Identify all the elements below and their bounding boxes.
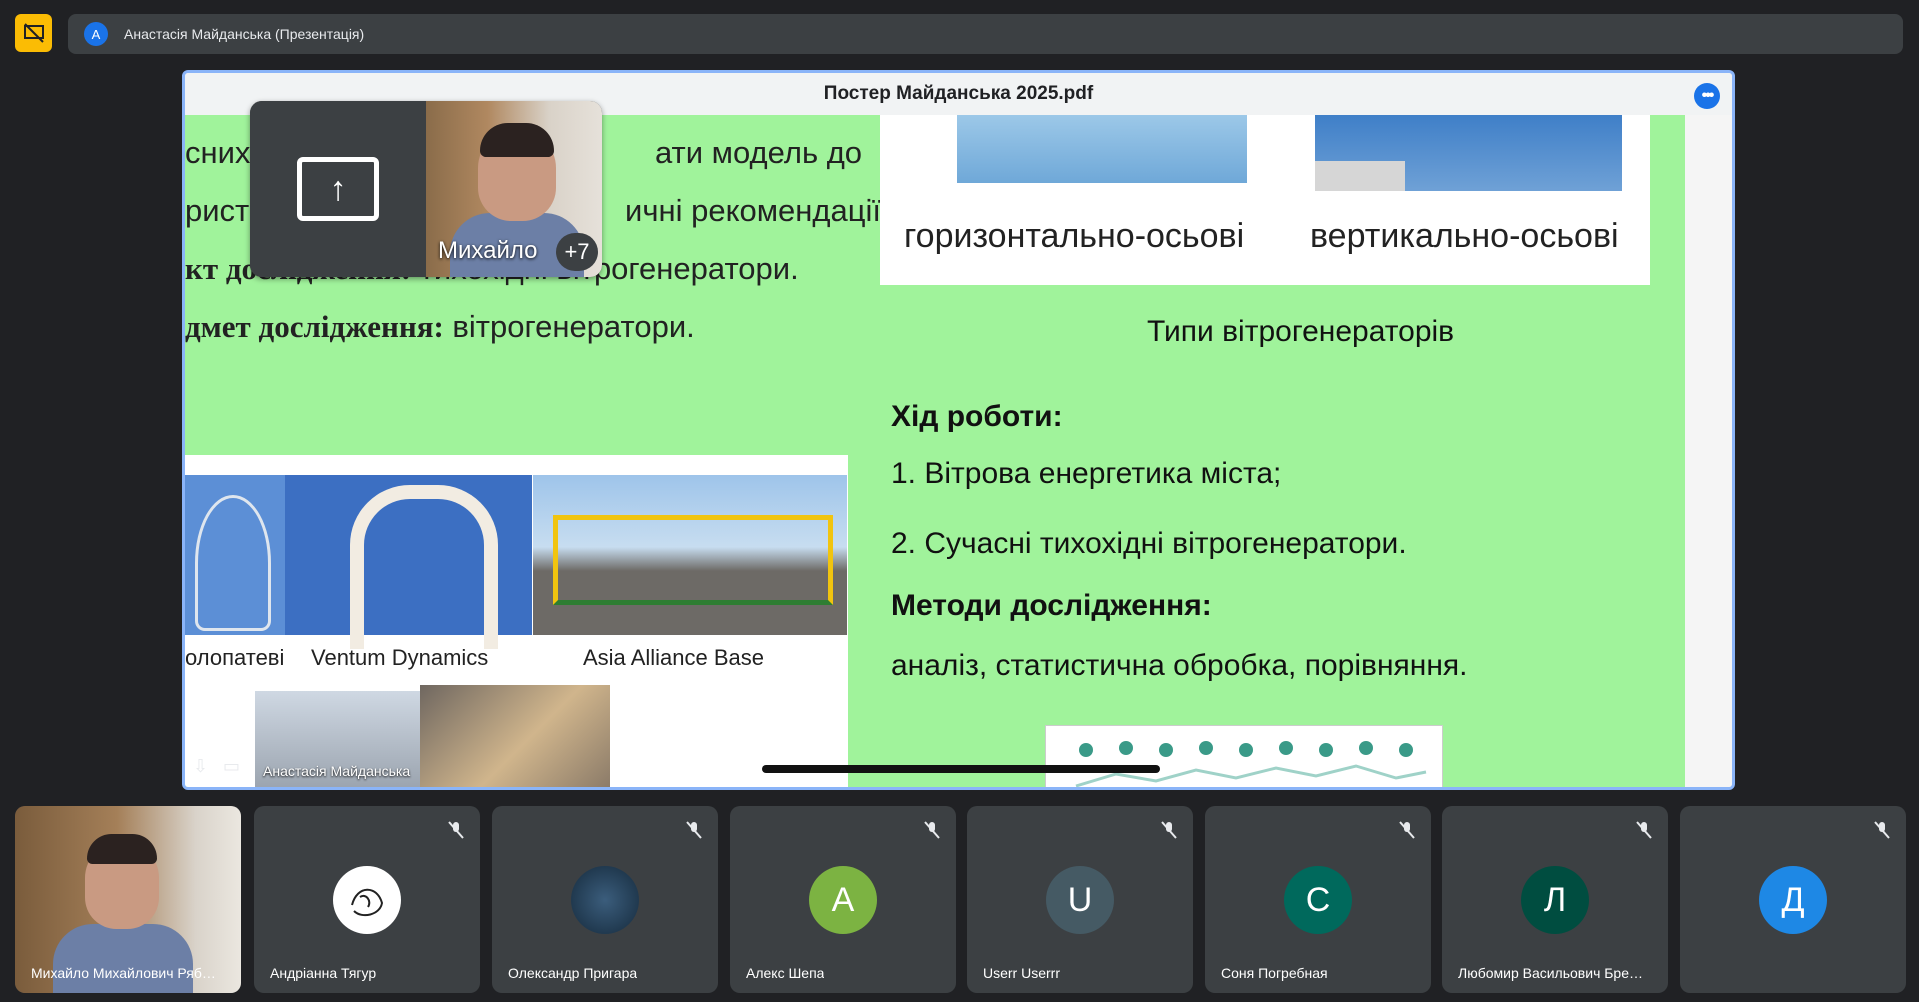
participant-name: Соня Погребная: [1221, 965, 1328, 981]
participant-avatar: А: [809, 866, 877, 934]
asia-alliance-image: [533, 475, 847, 635]
more-options-button[interactable]: •••: [1694, 83, 1720, 109]
slide-text-line1: сних: [185, 135, 251, 170]
caption-multiblade: олопатеві: [185, 645, 285, 670]
tile-options-icon[interactable]: ▭: [223, 756, 240, 777]
subject-line: дмет дослідження: вітрогенератори.: [185, 309, 695, 344]
mic-off-icon: [1874, 821, 1890, 839]
work-item-2: 2. Сучасні тихохідні вітрогенератори.: [891, 527, 1407, 560]
participant-name: Олександр Пригара: [508, 965, 638, 981]
slide-text-line1b: ати модель до: [655, 135, 863, 170]
mic-off-icon: [448, 821, 464, 839]
participant-tile[interactable]: А Алекс Шепа: [730, 806, 956, 993]
participant-avatar: [571, 866, 639, 934]
participant-tile[interactable]: Андріанна Тягур: [254, 806, 480, 993]
presentation-off-icon: [23, 23, 44, 43]
spiral-turbine-image: [420, 685, 610, 787]
participant-tile[interactable]: С Соня Погребная: [1205, 806, 1431, 993]
wind-chart-thumbnail: [1045, 725, 1443, 787]
participant-tile[interactable]: Д: [1680, 806, 1906, 993]
presenter-label: Анастасія Майданська (Презентація): [124, 26, 365, 42]
presenter-bar[interactable]: А Анастасія Майданська (Презентація): [68, 14, 1903, 54]
methods-text: аналіз, статистична обробка, порівняння.: [891, 649, 1468, 682]
participant-avatar: U: [1046, 866, 1114, 934]
turbine-types-caption: Типи вітрогенераторів: [1147, 315, 1455, 348]
pin-icon[interactable]: ⇩: [193, 756, 208, 777]
mic-off-icon: [686, 821, 702, 839]
presentation-stage[interactable]: Постер Майданська 2025.pdf ••• сних ати …: [182, 70, 1735, 790]
more-participants-badge[interactable]: +7: [556, 233, 598, 271]
participant-tile[interactable]: U Userr Userrr: [967, 806, 1193, 993]
horizontal-turbine-image: [957, 115, 1247, 183]
caption-ventum: Ventum Dynamics: [311, 645, 489, 670]
turbine-types-panel: горизонтально-осьові вертикально-осьові: [880, 115, 1650, 285]
wind-chart-graphic: [1075, 741, 1427, 787]
participant-name: Андріанна Тягур: [270, 965, 377, 981]
upload-arrow-icon: ↑: [297, 157, 379, 221]
mic-off-icon: [1399, 821, 1415, 839]
document-title: Постер Майданська 2025.pdf: [823, 83, 1094, 104]
participant-name: Михайло Михайлович Ряб…: [31, 965, 216, 981]
horizontal-axis-label: горизонтально-осьові: [904, 217, 1245, 255]
multiblade-turbine-image: [185, 475, 285, 635]
participant-name: Любомир Васильович Бре…: [1458, 965, 1644, 981]
vertical-axis-label: вертикально-осьові: [1310, 217, 1619, 255]
methods-heading: Методи дослідження:: [891, 589, 1212, 622]
mic-off-icon: [924, 821, 940, 839]
more-dots-icon: •••: [1701, 87, 1715, 104]
self-floating-tile[interactable]: ↑ Михайло +7: [250, 101, 602, 277]
participant-name: Алекс Шепа: [746, 965, 825, 981]
participant-name: Userr Userrr: [983, 965, 1060, 981]
presenter-tile-label: Анастасія Майданська: [263, 763, 411, 779]
turbine-collage: олопатеві Ventum Dynamics Asia Alliance …: [185, 455, 848, 787]
participant-tile[interactable]: Л Любомир Васильович Бре…: [1442, 806, 1668, 993]
participant-avatar: С: [1284, 866, 1352, 934]
work-heading: Хід роботи:: [891, 400, 1063, 433]
camera-off-icon[interactable]: [15, 14, 52, 52]
page-scrollbar[interactable]: [762, 765, 1160, 773]
caption-asia: Asia Alliance Base: [583, 645, 764, 670]
speaker-name: Михайло: [438, 237, 538, 264]
work-item-1: 1. Вітрова енергетика міста;: [891, 457, 1282, 490]
mic-off-icon: [1636, 821, 1652, 839]
participant-avatar: [333, 866, 401, 934]
slide-margin: [1685, 115, 1732, 787]
share-screen-button[interactable]: ↑: [250, 101, 426, 277]
slide-text-line2: рист: [185, 193, 250, 228]
vertical-turbine-image: [1315, 115, 1622, 191]
sketch-avatar-icon: [351, 888, 384, 917]
participant-avatar: Л: [1521, 866, 1589, 934]
participant-tile[interactable]: Олександр Пригара: [492, 806, 718, 993]
participant-avatar: Д: [1759, 866, 1827, 934]
ventum-dynamics-image: [285, 475, 532, 649]
participant-tile[interactable]: Михайло Михайлович Ряб…: [15, 806, 241, 993]
presenter-avatar: А: [84, 22, 108, 46]
slide-text-line2b: ичні рекомендації.: [625, 193, 890, 228]
mic-off-icon: [1161, 821, 1177, 839]
